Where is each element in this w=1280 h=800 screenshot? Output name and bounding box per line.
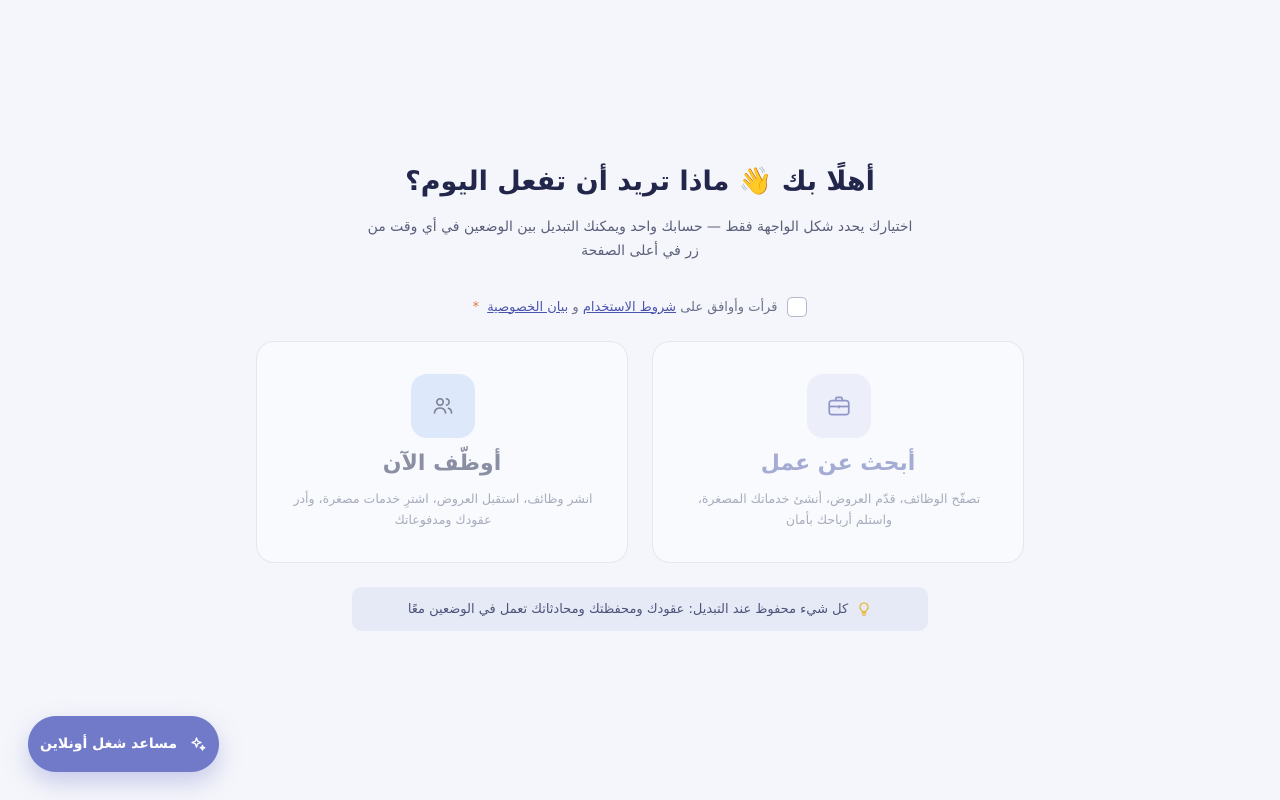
lightbulb-icon xyxy=(856,601,872,617)
role-selection-page: أهلًا بك 👋 ماذا تريد أن تفعل اليوم؟ اختي… xyxy=(0,0,1280,800)
page-subtitle: اختيارك يحدد شكل الواجهة فقط — حسابك واح… xyxy=(367,219,913,259)
terms-and: و xyxy=(572,299,579,315)
sparkles-icon xyxy=(189,735,207,753)
required-mark: * xyxy=(472,299,480,315)
terms-agreement: قرأت وأوافق على شروط الاستخدام و بيان ال… xyxy=(440,294,840,320)
find-job-description: تصفّح الوظائف، قدّم العروض، أنشئ خدماتك … xyxy=(697,491,981,527)
privacy-statement-link[interactable]: بيان الخصوصية xyxy=(487,300,568,315)
users-icon xyxy=(411,374,475,438)
terms-label: قرأت وأوافق على شروط الاستخدام و بيان ال… xyxy=(473,300,778,315)
info-text: كل شيء محفوظ عند التبديل: عقودك ومحفظتك … xyxy=(407,601,849,617)
hire-now-title: أوظّف الآن xyxy=(382,451,502,476)
assistant-label: مساعد شغل أونلاين xyxy=(40,736,177,752)
find-job-card[interactable]: أبحث عن عمل تصفّح الوظائف، قدّم العروض، … xyxy=(652,341,1024,563)
page-title: أهلًا بك 👋 ماذا تريد أن تفعل اليوم؟ xyxy=(405,166,875,197)
hire-now-description: انشر وظائف، استقبل العروض، اشترِ خدمات م… xyxy=(293,491,593,527)
hire-now-card[interactable]: أوظّف الآن انشر وظائف، استقبل العروض، اش… xyxy=(256,341,628,563)
info-notice: كل شيء محفوظ عند التبديل: عقودك ومحفظتك … xyxy=(352,587,928,631)
terms-prefix: قرأت وأوافق على xyxy=(680,299,778,315)
terms-of-use-link[interactable]: شروط الاستخدام xyxy=(583,300,676,315)
terms-checkbox[interactable] xyxy=(787,297,808,317)
find-job-title: أبحث عن عمل xyxy=(760,451,916,476)
assistant-button[interactable]: مساعد شغل أونلاين xyxy=(28,716,219,772)
briefcase-icon xyxy=(807,374,871,438)
